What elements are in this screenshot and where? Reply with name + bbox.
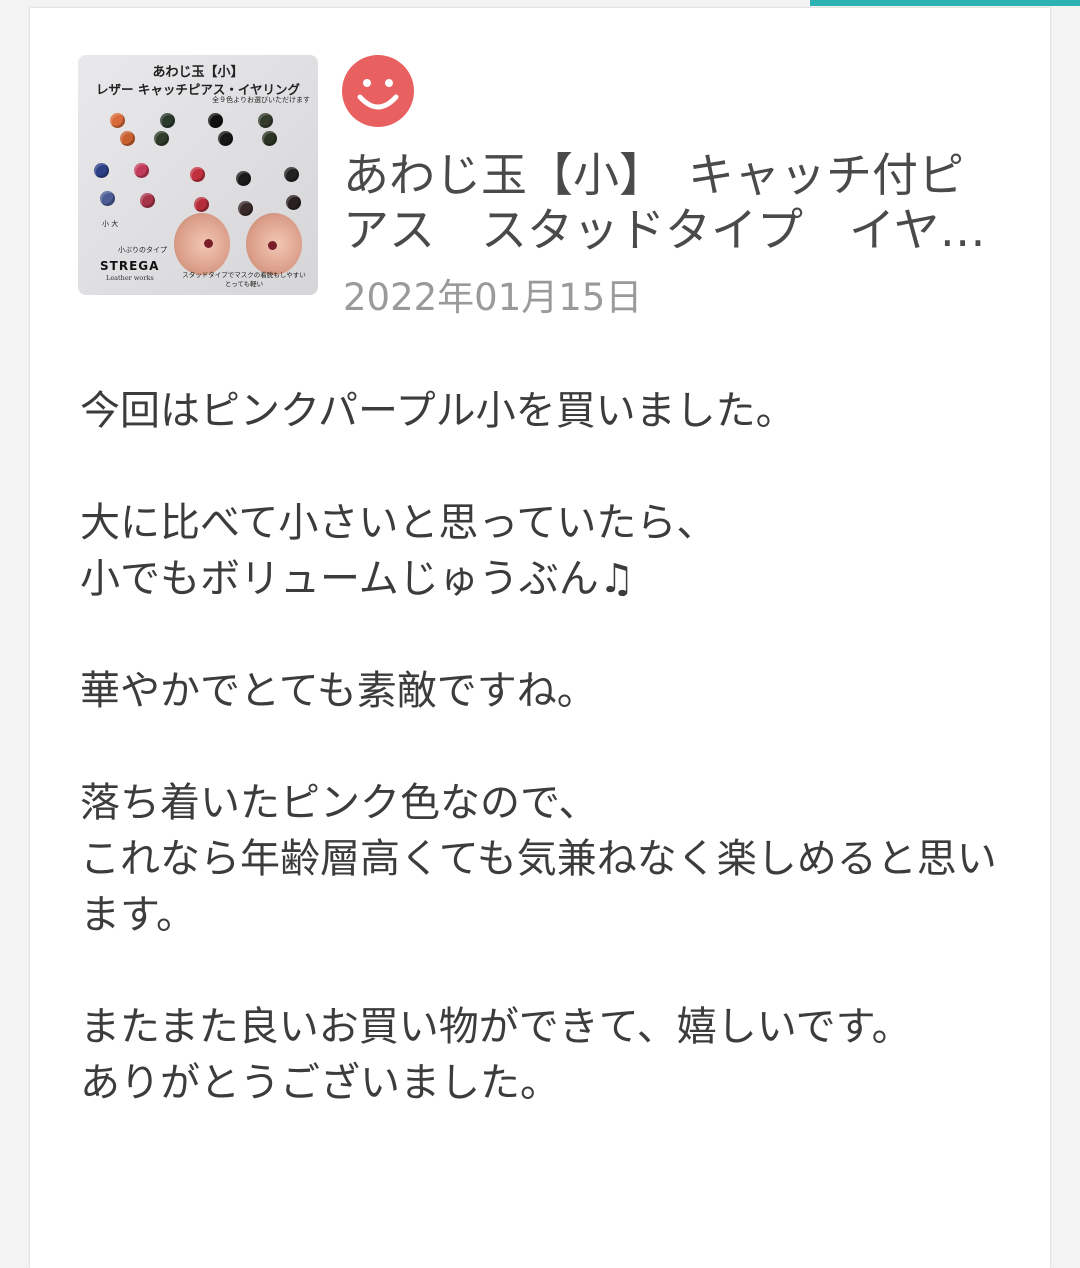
review-text: 今回はピンクパープル小を買いました。 大に比べて小さいと思っていたら、 小でもボ… bbox=[80, 388, 997, 1106]
knot-orange-2 bbox=[120, 131, 135, 146]
thumb-brand: STREGA bbox=[100, 259, 160, 273]
knot-navy bbox=[94, 163, 109, 178]
ear-photo-right bbox=[246, 213, 302, 275]
thumb-brand-sub: Leather works bbox=[106, 274, 154, 282]
knot-pink bbox=[134, 163, 149, 178]
product-thumbnail[interactable]: あわじ玉【小】 レザー キャッチピアス・イヤリング 全９色よりお選びいただけます… bbox=[78, 55, 318, 295]
knot-black bbox=[208, 113, 223, 128]
thumb-caption-small: 小ぶりのタイプ bbox=[118, 246, 167, 254]
knot-olive bbox=[160, 113, 175, 128]
thumb-title-line1: あわじ玉【小】 bbox=[152, 65, 244, 80]
knot-olive-2 bbox=[154, 131, 169, 146]
smiley-face-icon bbox=[342, 55, 414, 127]
review-card: あわじ玉【小】 レザー キャッチピアス・イヤリング 全９色よりお選びいただけます… bbox=[30, 8, 1050, 1268]
knot-brown bbox=[238, 201, 253, 216]
thumb-subtitle: 全９色よりお選びいただけます bbox=[212, 96, 310, 104]
knot-red bbox=[190, 167, 205, 182]
knot-darkgreen bbox=[258, 113, 273, 128]
product-title-link[interactable]: あわじ玉【小】 キャッチ付ピアス スタッドタイプ イヤリング bbox=[343, 148, 1003, 258]
thumb-size-tag: 小 大 bbox=[102, 220, 119, 228]
knot-red-2 bbox=[194, 197, 209, 212]
top-accent-bar bbox=[810, 0, 1080, 6]
knot-pink-2 bbox=[140, 193, 155, 208]
knot-orange bbox=[110, 113, 125, 128]
ear-photo-left bbox=[174, 213, 230, 275]
knot-black-5 bbox=[286, 195, 301, 210]
thumb-caption-bottom: スタッドタイプでマスクの着脱もしやすい とっても軽い bbox=[182, 271, 306, 288]
review-date: 2022年01月15日 bbox=[343, 276, 643, 319]
knot-black-4 bbox=[284, 167, 299, 182]
knot-navy-2 bbox=[100, 191, 115, 206]
knot-darkgreen-2 bbox=[262, 131, 277, 146]
knot-black-2 bbox=[218, 131, 233, 146]
knot-black-3 bbox=[236, 171, 251, 186]
